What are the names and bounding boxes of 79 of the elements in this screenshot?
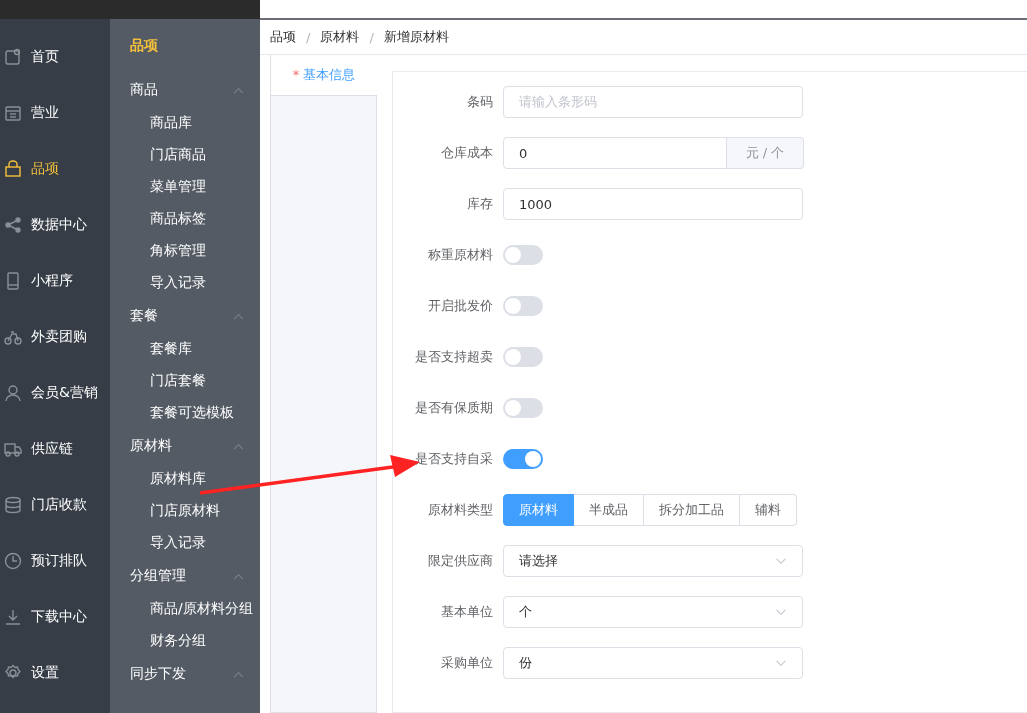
breadcrumb-separator: / (306, 29, 311, 45)
nav-item[interactable]: 外卖团购 (0, 309, 110, 365)
submenu-item[interactable]: 导入记录 (110, 526, 260, 558)
field-label: 限定供应商 (428, 552, 493, 570)
submenu-group[interactable]: 同步下发 (110, 658, 260, 690)
field-label: 采购单位 (441, 654, 493, 672)
submenu-item[interactable]: 商品/原材料分组 (110, 592, 260, 624)
field-label: 是否有保质期 (415, 399, 493, 417)
unit-addon: 元 / 个 (727, 137, 804, 169)
submenu-item[interactable]: 套餐可选模板 (110, 396, 260, 428)
field-label: 开启批发价 (428, 297, 493, 315)
nav-item[interactable]: 营业 (0, 85, 110, 141)
nav-item[interactable]: 品项 (0, 141, 110, 197)
field-label: 库存 (467, 195, 493, 213)
submenu-item[interactable]: 门店原材料 (110, 494, 260, 526)
submenu-item[interactable]: 门店套餐 (110, 364, 260, 396)
submenu-item[interactable]: 导入记录 (110, 266, 260, 298)
chevron-icon (775, 557, 787, 565)
input-field[interactable]: 1000 (503, 188, 803, 220)
submenu-group[interactable]: 原材料 (110, 430, 260, 462)
nav-item[interactable]: 门店收款 (0, 477, 110, 533)
bike-icon (4, 328, 22, 346)
select-field[interactable]: 份 (503, 647, 803, 679)
submenu-item[interactable]: 门店商品 (110, 138, 260, 170)
submenu-group[interactable]: 商品 (110, 74, 260, 106)
share-icon (4, 216, 22, 234)
coins-icon (4, 496, 22, 514)
field-label: 条码 (467, 93, 493, 111)
toggle-switch[interactable] (503, 449, 543, 469)
field-label: 原材料类型 (428, 501, 493, 519)
nav-item[interactable]: 下载中心 (0, 589, 110, 645)
segment-button[interactable]: 半成品 (574, 494, 644, 526)
submenu-item[interactable]: 菜单管理 (110, 170, 260, 202)
chevron-icon (775, 659, 787, 667)
submenu-item[interactable]: 套餐库 (110, 332, 260, 364)
submenu-item[interactable]: 原材料库 (110, 462, 260, 494)
input-field[interactable]: 0 (503, 137, 727, 169)
submenu-item[interactable]: 角标管理 (110, 234, 260, 266)
field-label: 基本单位 (441, 603, 493, 621)
bag-icon (4, 160, 22, 178)
select-field[interactable]: 个 (503, 596, 803, 628)
chevron-icon (775, 608, 787, 616)
home-icon (4, 48, 22, 66)
nav-item[interactable]: 会员&营销 (0, 365, 110, 421)
segment-button[interactable]: 辅料 (740, 494, 797, 526)
breadcrumb-item[interactable]: 品项 (270, 28, 296, 46)
nav-item[interactable]: 首页 (0, 29, 110, 85)
submenu-group[interactable]: 套餐 (110, 300, 260, 332)
toggle-switch[interactable] (503, 398, 543, 418)
field-label: 是否支持超卖 (415, 348, 493, 366)
toggle-switch[interactable] (503, 347, 543, 367)
nav-item[interactable]: 数据中心 (0, 197, 110, 253)
nav-item[interactable]: 供应链 (0, 421, 110, 477)
submenu-title: 品项 (129, 36, 159, 55)
calendar-icon (4, 104, 22, 122)
user-icon (4, 384, 22, 402)
field-label: 是否支持自采 (415, 450, 493, 468)
nav-item[interactable]: 预订排队 (0, 533, 110, 589)
field-label: 仓库成本 (441, 144, 493, 162)
segment-button[interactable]: 拆分加工品 (644, 494, 740, 526)
toggle-switch[interactable] (503, 296, 543, 316)
required-mark: * (292, 67, 300, 82)
submenu-item[interactable]: 财务分组 (110, 624, 260, 656)
nav-item[interactable]: 小程序 (0, 253, 110, 309)
truck-icon (4, 440, 22, 458)
field-label: 称重原材料 (428, 246, 493, 264)
breadcrumb-item[interactable]: 原材料 (320, 28, 360, 46)
submenu-item[interactable]: 商品库 (110, 106, 260, 138)
breadcrumb-item[interactable]: 新增原材料 (383, 28, 449, 46)
submenu-item[interactable]: 商品标签 (110, 202, 260, 234)
breadcrumb-separator: / (369, 29, 374, 45)
submenu-group[interactable]: 分组管理 (110, 560, 260, 592)
toggle-switch[interactable] (503, 245, 543, 265)
nav-item[interactable]: 设置 (0, 645, 110, 701)
clock-icon (4, 552, 22, 570)
tab-label: 基本信息 (303, 67, 356, 82)
phone-icon (4, 272, 22, 290)
select-field[interactable]: 请选择 (503, 545, 803, 577)
download-icon (4, 608, 22, 626)
